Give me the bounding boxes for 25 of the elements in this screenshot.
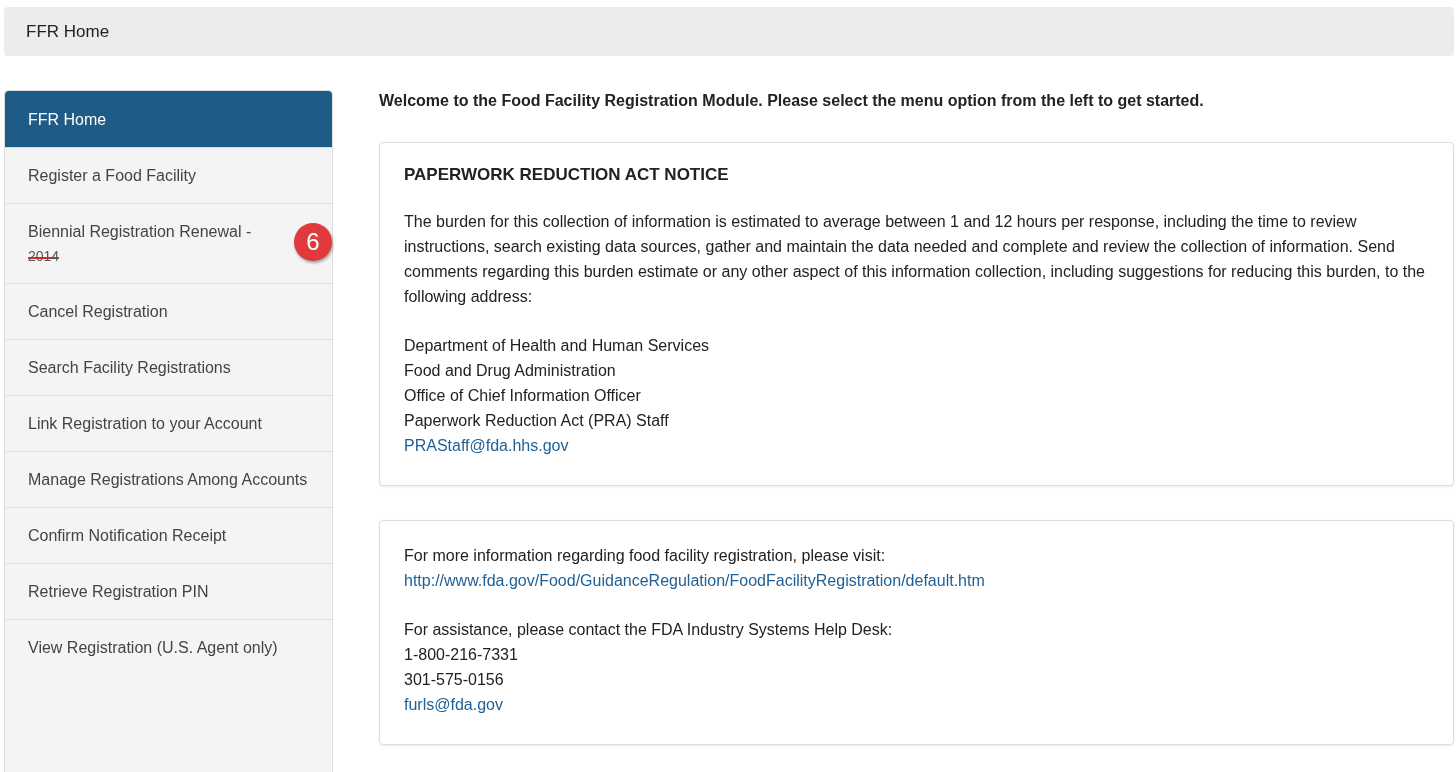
contact-line: Food and Drug Administration — [404, 362, 616, 379]
sidebar-item[interactable]: Link Registration to your Account — [5, 395, 332, 451]
sidebar-item[interactable]: FFR Home — [5, 91, 332, 147]
notice-paragraph: The burden for this collection of information is estimated to average between 1 and 12 hours per response, including the time to review instructions, search existing data sources, gather and maintain the data needed and complete and review the collection of information. Send comments regarding this burden estimate or any other aspect of this information collection, including suggestions for reducing this burden, to the following address: — [404, 212, 1426, 307]
contact-link[interactable]: http://www.fda.gov/Food/GuidanceRegulation/FoodFacilityRegistration/default.htm — [404, 572, 985, 589]
sidebar-item[interactable]: View Registration (U.S. Agent only) — [5, 619, 332, 675]
sidebar-item[interactable]: Manage Registrations Among Accounts — [5, 451, 332, 507]
contact-line: Paperwork Reduction Act (PRA) Staff — [404, 412, 669, 429]
sidebar-item[interactable]: Confirm Notification Receipt — [5, 507, 332, 563]
sidebar-item[interactable]: Search Facility Registrations — [5, 339, 332, 395]
contact-line: For assistance, please contact the FDA Industry Systems Help Desk: — [404, 621, 893, 638]
contact-line: 301-575-0156 — [404, 671, 504, 688]
contact-line: 1-800-216-7331 — [404, 646, 518, 663]
contact-line: Office of Chief Information Officer — [404, 387, 641, 404]
welcome-text: Welcome to the Food Facility Registration Module. Please select the menu option from the left to get started. — [379, 92, 1205, 110]
number-badge: 6 — [294, 223, 332, 261]
breadcrumb-link[interactable]: FFR Home — [26, 21, 110, 42]
sidebar-item[interactable]: Retrieve Registration PIN — [5, 563, 332, 619]
sidebar-item[interactable]: Cancel Registration — [5, 283, 332, 339]
contact-line: Department of Health and Human Services — [404, 337, 710, 354]
panel-title: PAPERWORK REDUCTION ACT NOTICE — [404, 165, 730, 185]
contact-line: For more information regarding food facility registration, please visit: — [404, 547, 886, 564]
sidebar-item[interactable]: Register a Food Facility — [5, 147, 332, 203]
contact-link[interactable]: furls@fda.gov — [404, 696, 503, 713]
contact-link[interactable]: PRAStaff@fda.hhs.gov — [404, 437, 569, 454]
